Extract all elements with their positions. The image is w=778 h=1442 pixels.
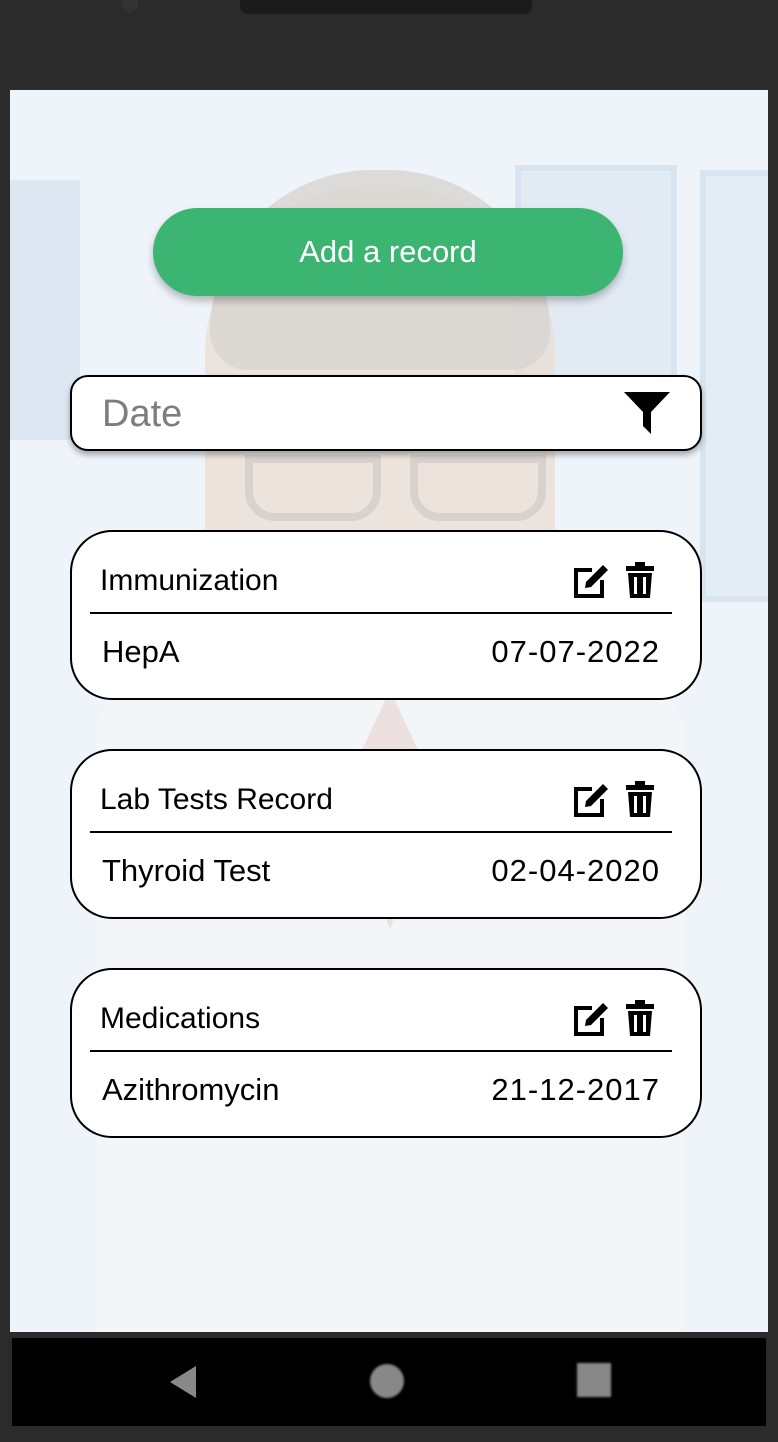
phone-frame: Add a record Immunization HepA 0 — [0, 0, 778, 1442]
background-doctor-glasses — [410, 455, 546, 521]
card-divider — [90, 831, 672, 833]
recent-apps-square-icon[interactable] — [577, 1363, 611, 1397]
background-doctor-glasses — [245, 455, 381, 521]
record-name: Thyroid Test — [102, 853, 271, 888]
system-navigation-bar — [12, 1338, 766, 1426]
add-record-button[interactable]: Add a record — [153, 208, 623, 296]
record-date: 02-04-2020 — [491, 853, 660, 888]
record-name: HepA — [102, 634, 180, 669]
edit-icon[interactable] — [570, 560, 612, 602]
app-screen: Add a record Immunization HepA 0 — [10, 90, 768, 1332]
trash-icon[interactable] — [625, 998, 655, 1038]
edit-icon[interactable] — [570, 779, 612, 821]
card-divider — [90, 612, 672, 614]
card-divider — [90, 1050, 672, 1052]
record-date: 21-12-2017 — [491, 1072, 660, 1107]
phone-camera — [122, 0, 138, 12]
phone-speaker-slot — [240, 0, 532, 14]
home-circle-icon[interactable] — [370, 1364, 404, 1398]
filter-icon[interactable] — [622, 388, 672, 438]
record-card: Immunization HepA 07-07-2022 — [70, 530, 702, 700]
back-triangle-icon[interactable] — [164, 1362, 204, 1402]
background-frame — [700, 170, 768, 602]
record-name: Azithromycin — [102, 1072, 280, 1107]
record-card: Lab Tests Record Thyroid Test 02-04-2020 — [70, 749, 702, 919]
date-filter-box — [70, 375, 702, 451]
record-date: 07-07-2022 — [491, 634, 660, 669]
record-category: Medications — [100, 1002, 261, 1035]
record-card: Medications Azithromycin 21-12-2017 — [70, 968, 702, 1138]
trash-icon[interactable] — [625, 560, 655, 600]
date-input[interactable] — [100, 387, 604, 441]
record-category: Lab Tests Record — [100, 783, 333, 816]
trash-icon[interactable] — [625, 779, 655, 819]
edit-icon[interactable] — [570, 998, 612, 1040]
record-category: Immunization — [100, 564, 279, 597]
